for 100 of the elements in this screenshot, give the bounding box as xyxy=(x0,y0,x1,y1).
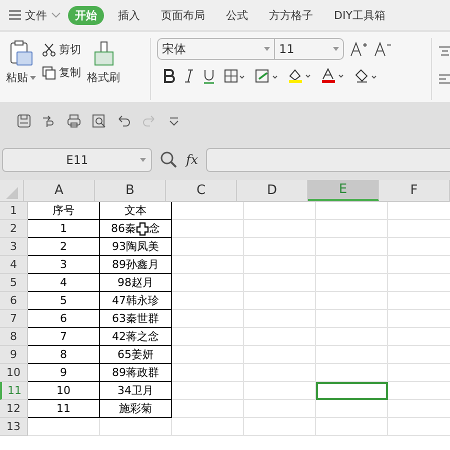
borders-icon[interactable] xyxy=(224,69,246,83)
fill-color-icon[interactable] xyxy=(288,68,312,84)
save-icon[interactable] xyxy=(16,113,32,129)
table-cell: 6 xyxy=(60,312,67,325)
empty-cell xyxy=(244,328,316,346)
empty-cell xyxy=(244,364,316,382)
empty-cell xyxy=(172,418,244,436)
table-cell: 89蒋政群 xyxy=(112,365,159,380)
table-cell: 47韩永珍 xyxy=(112,293,159,308)
table-cell: 9 xyxy=(60,366,67,379)
empty-cell xyxy=(244,238,316,256)
align-left-icon[interactable] xyxy=(438,74,450,86)
format-painter-button[interactable]: 格式刷 xyxy=(87,38,120,85)
increase-font-size-icon[interactable] xyxy=(350,41,368,57)
align-top-icon[interactable] xyxy=(438,46,450,58)
column-header[interactable]: A xyxy=(24,180,95,201)
empty-cell xyxy=(172,364,244,382)
row-header[interactable]: 4 xyxy=(0,256,28,274)
empty-cell xyxy=(244,256,316,274)
table-cell: 65姜妍 xyxy=(118,347,154,362)
empty-cell xyxy=(316,310,388,328)
empty-cell xyxy=(316,220,388,238)
row-header[interactable]: 10 xyxy=(0,364,28,382)
ribbon-tab[interactable]: 公式 xyxy=(219,6,255,24)
column-header[interactable]: B xyxy=(95,180,166,201)
empty-cell xyxy=(244,310,316,328)
empty-cell xyxy=(244,382,316,400)
table-cell: 93陶凤美 xyxy=(112,239,159,254)
formula-field[interactable] xyxy=(206,148,450,172)
ribbon-tab[interactable]: 方方格子 xyxy=(262,6,320,24)
row-header[interactable]: 6 xyxy=(0,292,28,310)
table-cell: 5 xyxy=(60,294,67,307)
bold-icon[interactable] xyxy=(163,69,175,83)
font-size-field[interactable]: 11 xyxy=(274,38,344,60)
table-cell: 98赵月 xyxy=(118,275,154,290)
empty-cell xyxy=(316,346,388,364)
ribbon-tab[interactable]: 页面布局 xyxy=(154,6,212,24)
empty-cell xyxy=(172,346,244,364)
empty-cell xyxy=(172,328,244,346)
row-header[interactable]: 9 xyxy=(0,346,28,364)
font-color-icon[interactable] xyxy=(321,68,345,84)
paste-button[interactable]: 粘贴 xyxy=(6,38,36,85)
fill-format-icon[interactable] xyxy=(255,69,279,83)
table-cell: 2 xyxy=(60,240,67,253)
table-cell: 1 xyxy=(60,222,67,235)
menu-icon[interactable] xyxy=(8,9,22,21)
row-header[interactable]: 8 xyxy=(0,328,28,346)
ribbon-tab[interactable]: 插入 xyxy=(111,6,147,24)
zoom-icon[interactable] xyxy=(160,151,178,169)
scissors-icon xyxy=(42,42,56,56)
decrease-font-size-icon[interactable] xyxy=(374,41,392,57)
empty-cell xyxy=(316,274,388,292)
copy-button[interactable]: 复制 xyxy=(42,65,81,80)
row-header[interactable]: 12 xyxy=(0,400,28,418)
eraser-icon[interactable] xyxy=(354,69,378,83)
underline-icon[interactable] xyxy=(203,68,215,84)
empty-cell xyxy=(100,418,172,436)
dropdown-icon xyxy=(30,76,36,80)
empty-cell xyxy=(172,310,244,328)
empty-cell xyxy=(172,220,244,238)
selected-cell[interactable] xyxy=(316,382,388,400)
empty-cell xyxy=(172,256,244,274)
italic-icon[interactable] xyxy=(184,69,194,83)
row-header[interactable]: 2 xyxy=(0,220,28,238)
print-preview-icon[interactable] xyxy=(91,113,107,129)
row-header[interactable]: 7 xyxy=(0,310,28,328)
row-header[interactable]: 1 xyxy=(0,202,28,220)
table-cell: 7 xyxy=(60,330,67,343)
function-label[interactable]: fx xyxy=(186,152,198,168)
row-header[interactable]: 5 xyxy=(0,274,28,292)
empty-cell xyxy=(244,292,316,310)
table-cell: 文本 xyxy=(124,203,146,218)
table-cell: 序号 xyxy=(52,203,74,218)
ribbon-tab[interactable]: DIY工具箱 xyxy=(327,6,392,24)
row-header[interactable]: 13 xyxy=(0,418,28,436)
clipboard-icon xyxy=(9,40,33,68)
empty-cell xyxy=(316,238,388,256)
empty-cell xyxy=(316,328,388,346)
column-header[interactable]: F xyxy=(379,180,450,201)
empty-cell xyxy=(244,346,316,364)
cut-button[interactable]: 剪切 xyxy=(42,42,81,57)
dropdown-icon xyxy=(333,47,339,51)
row-header[interactable]: 3 xyxy=(0,238,28,256)
undo-icon[interactable] xyxy=(116,113,132,129)
table-cell: 63秦世群 xyxy=(112,311,159,326)
file-menu[interactable]: 文件 xyxy=(25,8,47,22)
empty-cell xyxy=(172,274,244,292)
empty-cell xyxy=(316,418,388,436)
table-cell: 3 xyxy=(60,258,67,271)
table-cell: 34卫月 xyxy=(118,383,154,398)
table-cell: 86秦 xyxy=(111,221,136,236)
empty-cell xyxy=(172,292,244,310)
font-name-field[interactable]: 宋体 xyxy=(157,38,275,60)
print-icon[interactable] xyxy=(66,113,82,129)
empty-cell xyxy=(172,382,244,400)
name-box[interactable]: E11 xyxy=(2,148,152,172)
column-header[interactable]: C xyxy=(166,180,237,201)
empty-cell xyxy=(244,274,316,292)
table-cell: 念 xyxy=(149,221,160,236)
table-cell: 89孙鑫月 xyxy=(112,257,159,272)
